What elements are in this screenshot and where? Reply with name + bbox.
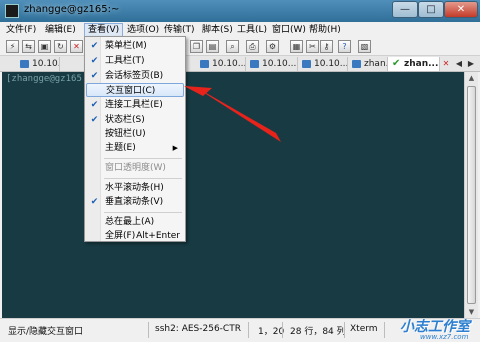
annotation-arrow-icon — [184, 86, 281, 142]
securecrt-window: zhangge@gz165:~ — □ ✕ 文件(F) 编辑(E) 查看(V) … — [0, 0, 480, 342]
